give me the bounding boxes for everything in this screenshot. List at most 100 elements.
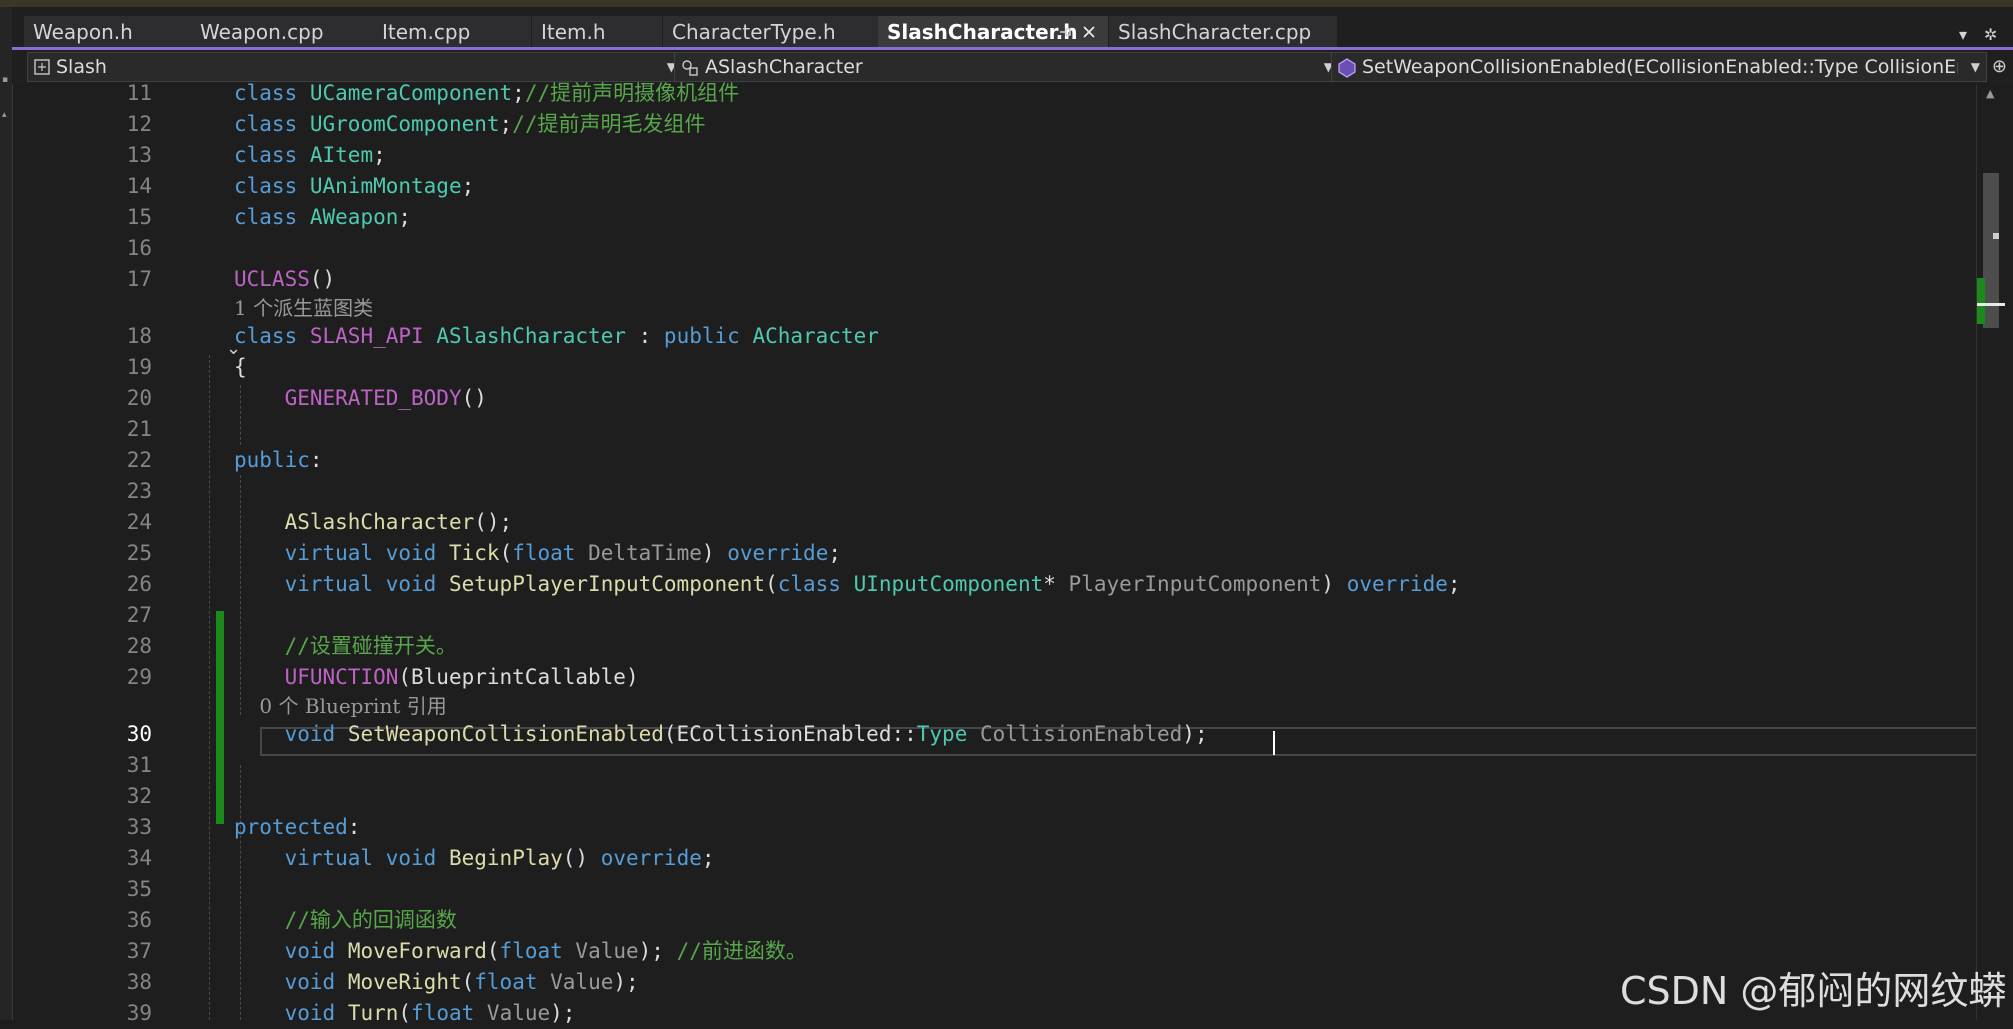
code-line[interactable]: class UAnimMontage; [234,171,474,202]
code-token: ; [1447,572,1461,596]
code-token: class [234,81,298,105]
code-editor[interactable]: ⌄ 11 12 13 14 15 16 17 18 19 20 21 22 23 24 25 26 27 28 29… [28,81,2000,1025]
code-line[interactable]: UCLASS() [234,264,335,295]
code-line[interactable]: ASlashCharacter(); [234,507,513,538]
pin-icon[interactable] [1058,16,1072,49]
code-token: ); [1182,722,1208,746]
code-line[interactable]: protected: [234,812,360,843]
code-line[interactable]: virtual void Tick(float DeltaTime) overr… [234,538,841,569]
code-token: virtual [284,846,374,870]
line-number: 39 [126,1001,152,1025]
line-number: 38 [126,970,152,994]
tab-weapon-cpp[interactable]: Weapon.cpp [191,16,375,49]
code-token: () [562,846,601,870]
member-dropdown[interactable]: SetWeaponCollisionEnabled(ECollisionEnab… [1331,52,1987,82]
member-icon [1336,53,1358,81]
code-line[interactable]: class AWeapon; [234,202,411,233]
code-line[interactable]: //输入的回调函数 [234,905,457,936]
tab-slashcharacter-cpp[interactable]: SlashCharacter.cpp [1109,16,1337,49]
code-token: AItem [309,143,374,167]
code-token: BeginPlay [448,846,563,870]
code-line[interactable]: //设置碰撞开关。 [234,631,457,662]
tab-item-h[interactable]: Item.h [532,16,662,49]
codelens-annotation[interactable]: 1 个派生蓝图类 [234,295,373,321]
code-token: DeltaTime [588,541,702,565]
code-token: () [309,267,336,291]
code-token: class [234,143,298,167]
scroll-up-icon[interactable]: ▲ [1986,87,1994,100]
code-token: //设置碰撞开关。 [284,634,457,658]
member-name: SetWeaponCollisionEnabled(ECollisionEnab… [1362,56,1958,78]
code-token: ); [613,970,639,994]
code-token: ASlashCharacter [436,324,626,348]
code-token: void [284,722,336,746]
tab-label: Weapon.cpp [200,20,324,44]
line-number: 35 [126,877,152,901]
tab-weapon-h[interactable]: Weapon.h [24,16,204,49]
code-token: class [234,205,298,229]
window-top-border [0,0,2013,7]
close-icon[interactable] [1081,16,1097,49]
code-line[interactable]: void SetWeaponCollisionEnabled(ECollisio… [234,719,1208,750]
code-token: { [234,355,247,379]
code-token: //输入的回调函数 [284,908,457,932]
code-line[interactable]: void Turn(float Value); [234,998,576,1029]
code-token: class [234,174,298,198]
code-line[interactable]: void MoveRight(float Value); [234,967,639,998]
code-token: UCameraComponent [309,81,513,105]
code-line[interactable]: class UCameraComponent;//提前声明摄像机组件 [234,78,739,109]
code-token: ; [398,205,412,229]
code-token: ) [701,541,728,565]
tab-item-cpp[interactable]: Item.cpp [373,16,531,49]
split-editor-icon[interactable]: ⊕ [1992,56,2007,77]
left-tool-strip[interactable]: ▪ ▴ [0,7,13,1020]
class-dropdown[interactable]: ASlashCharacter ▼ [674,52,1340,82]
code-token: float [411,1001,475,1025]
code-line[interactable]: class UGroomComponent;//提前声明毛发组件 [234,109,705,140]
code-token: Value [575,939,639,963]
code-line[interactable]: class AItem; [234,140,386,171]
tab-charactertype-h[interactable]: CharacterType.h [663,16,878,49]
code-token: float [474,970,538,994]
tab-slashcharacter-h[interactable]: SlashCharacter.h [878,16,1108,49]
line-number: 24 [126,510,152,534]
code-token: (BlueprintCallable) [398,665,639,689]
tab-label: CharacterType.h [672,20,836,44]
code-token: UGroomComponent [309,112,500,136]
code-line[interactable]: class SLASH_API ASlashCharacter : public… [234,321,879,352]
code-token: ; [461,174,475,198]
code-token: virtual [284,541,374,565]
dropdown-arrow-icon[interactable]: ▾ [1959,25,1967,44]
codelens-annotation[interactable]: 0 个 Blueprint 引用 [234,693,446,719]
vertical-scrollbar[interactable]: ▲ [1976,85,2013,1020]
code-token: ; [701,846,715,870]
code-line[interactable]: public: [234,445,323,476]
code-token: virtual [284,572,374,596]
code-line[interactable]: virtual void SetupPlayerInputComponent(c… [234,569,1461,600]
code-line[interactable]: virtual void BeginPlay() override; [234,843,715,874]
code-line[interactable]: UFUNCTION(BlueprintCallable) [234,662,639,693]
code-line[interactable]: { [234,352,247,383]
code-token: ACharacter [752,324,879,348]
code-line[interactable]: GENERATED_BODY() [234,383,487,414]
code-token: SetupPlayerInputComponent [448,572,766,596]
code-line[interactable]: void MoveForward(float Value); //前进函数。 [234,936,807,967]
gear-icon[interactable]: ✲ [1984,25,1997,44]
text-caret [1273,731,1275,755]
